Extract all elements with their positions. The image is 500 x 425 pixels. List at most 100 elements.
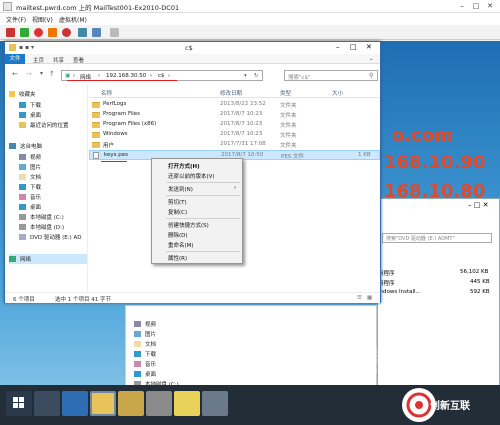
file-row[interactable]: 用户 2017/7/31 17:08 文件夹 — [89, 140, 380, 150]
file-row[interactable]: Program Files 2017/8/7 10:23 文件夹 — [89, 110, 380, 120]
bg-row-size: 592 KB — [470, 289, 490, 295]
minimize-icon[interactable]: – — [456, 1, 468, 11]
bg-nav-item[interactable]: 文档 — [134, 340, 156, 348]
vm-title: mailtest.pwrd.com 上的 MailTest001-Ex2010-… — [16, 4, 180, 12]
menu-open-with[interactable]: 打开方式(H) — [168, 162, 200, 170]
nav-item-drive-d[interactable]: 本地磁盘 (D:) — [19, 223, 64, 231]
menu-create-shortcut[interactable]: 创建快捷方式(S) — [168, 221, 209, 229]
column-date[interactable]: 修改日期 — [220, 89, 242, 97]
vm-menubar: 文件(F) 视图(V) 虚拟机(M) — [0, 13, 500, 25]
menu-view[interactable]: 视图(V) — [32, 15, 53, 24]
folder-icon — [9, 44, 16, 51]
menu-cut[interactable]: 剪切(T) — [168, 198, 187, 206]
nav-item-downloads-pc[interactable]: 下载 — [19, 183, 41, 191]
menu-delete[interactable]: 删除(D) — [168, 231, 188, 239]
nav-item-recent[interactable]: 最近访问的位置 — [19, 121, 69, 129]
quick-access-toolbar[interactable]: ▪ ▪ ▾ — [19, 44, 34, 51]
search-input[interactable]: 搜索"c$" ⚲ — [284, 70, 378, 81]
vm-app-icon — [3, 2, 12, 11]
nav-network[interactable]: 网络 — [9, 254, 87, 264]
powershell-icon[interactable] — [62, 391, 88, 416]
nav-favorites[interactable]: 收藏夹 — [9, 90, 36, 98]
ribbon-expand-icon[interactable]: ⌄ — [369, 56, 374, 62]
forward-icon[interactable]: → — [26, 70, 32, 78]
menu-properties[interactable]: 属性(R) — [168, 254, 187, 262]
bg-search-input[interactable]: 搜索"DVD 驱动器 (E:) ADMT" — [382, 233, 492, 243]
explorer-minimize-icon[interactable]: – — [336, 43, 340, 51]
menu-copy[interactable]: 复制(C) — [168, 208, 187, 216]
bg-nav-item[interactable]: 音乐 — [134, 360, 156, 368]
refresh-icon[interactable]: ↻ — [254, 73, 259, 79]
settings-icon[interactable] — [110, 28, 119, 37]
start-icon[interactable] — [6, 391, 32, 416]
path-dropdown-icon[interactable]: ▾ — [244, 73, 247, 79]
menu-vm[interactable]: 虚拟机(M) — [59, 15, 87, 24]
column-name[interactable]: 名称 — [101, 89, 112, 97]
nav-item-downloads[interactable]: 下载 — [19, 101, 41, 109]
file-row[interactable]: PerfLogs 2013/8/22 23:52 文件夹 — [89, 100, 380, 110]
nav-item-drive-e[interactable]: DVD 驱动器 (E:) AD — [19, 233, 82, 241]
details-view-icon[interactable]: ☰ — [357, 295, 362, 301]
folder-icon — [92, 122, 100, 128]
bg-nav-item[interactable]: 视频 — [134, 320, 156, 328]
tab-file[interactable]: 文件 — [5, 54, 25, 64]
maximize-icon[interactable]: □ — [470, 1, 482, 11]
nav-item-drive-c[interactable]: 本地磁盘 (C:) — [19, 213, 64, 221]
path-highlight — [67, 80, 177, 81]
folder-tool-icon[interactable] — [174, 391, 200, 416]
tab-view[interactable]: 查看 — [73, 56, 84, 64]
file-explorer-icon[interactable] — [90, 391, 116, 416]
breadcrumb-separator-icon: › — [150, 73, 153, 79]
back-icon[interactable]: ← — [12, 70, 18, 78]
bg-row-size: 445 KB — [470, 279, 490, 285]
menu-separator — [166, 251, 240, 252]
menu-rename[interactable]: 重命名(M) — [168, 241, 194, 249]
tab-home[interactable]: 主页 — [33, 56, 44, 64]
start-icon[interactable] — [20, 28, 29, 37]
search-icon[interactable]: ⚲ — [369, 72, 373, 79]
column-type[interactable]: 类型 — [280, 89, 291, 97]
file-row[interactable]: Program Files (x86) 2017/8/7 10:23 文件夹 — [89, 120, 380, 130]
server-manager-icon[interactable] — [34, 391, 60, 416]
explorer-close-icon[interactable]: ✕ — [366, 43, 372, 51]
revert-icon[interactable] — [92, 28, 101, 37]
stop-icon[interactable] — [6, 28, 15, 37]
bg-nav-item[interactable]: 图片 — [134, 330, 156, 338]
pause-icon[interactable] — [48, 28, 57, 37]
shutdown-icon[interactable] — [34, 28, 43, 37]
admin-tools-icon[interactable] — [118, 391, 144, 416]
up-icon[interactable]: ↑ — [49, 70, 55, 78]
nav-item-pictures[interactable]: 图片 — [19, 163, 41, 171]
status-selected: 选中 1 个项目 41 字节 — [55, 297, 111, 303]
close-icon[interactable]: ✕ — [484, 1, 496, 11]
breadcrumb-share[interactable]: c$ — [158, 73, 165, 79]
explorer-maximize-icon[interactable]: □ — [350, 43, 357, 51]
bg-nav-item[interactable]: 桌面 — [134, 370, 156, 378]
nav-item-music[interactable]: 音乐 — [19, 193, 41, 201]
file-date: 2017/8/7 10:23 — [220, 111, 263, 117]
nav-thispc[interactable]: 这台电脑 — [9, 142, 42, 150]
column-size[interactable]: 大小 — [332, 89, 343, 97]
bg-row-name[interactable]: indows Install... — [378, 289, 421, 295]
nav-item-documents[interactable]: 文档 — [19, 173, 41, 181]
nav-item-desktop-pc[interactable]: 桌面 — [19, 203, 41, 211]
network-tool-icon[interactable] — [202, 391, 228, 416]
nav-item-desktop[interactable]: 桌面 — [19, 111, 41, 119]
breadcrumb-host[interactable]: 192.168.30.50 — [106, 73, 146, 79]
file-name: Program Files (x86) — [103, 121, 157, 127]
status-bar: 6 个项目 选中 1 个项目 41 字节 ☰ ▦ — [5, 292, 380, 303]
tiles-view-icon[interactable]: ▦ — [367, 295, 372, 301]
context-menu: 打开方式(H) 还原以前的版本(V) 发送到(N) › 剪切(T) 复制(C) … — [151, 158, 243, 264]
menu-send-to[interactable]: 发送到(N) — [168, 185, 193, 193]
ad-users-icon[interactable] — [146, 391, 172, 416]
bg-nav-item[interactable]: 下载 — [134, 350, 156, 358]
tab-share[interactable]: 共享 — [53, 56, 64, 64]
nav-item-videos[interactable]: 视频 — [19, 153, 41, 161]
recent-icon[interactable]: ▾ — [40, 70, 43, 77]
menu-restore-versions[interactable]: 还原以前的版本(V) — [168, 172, 215, 180]
snapshot-icon[interactable] — [78, 28, 87, 37]
menu-file[interactable]: 文件(F) — [6, 15, 26, 24]
file-row[interactable]: Windows 2017/8/7 10:23 文件夹 — [89, 130, 380, 140]
vm-titlebar: mailtest.pwrd.com 上的 MailTest001-Ex2010-… — [0, 0, 500, 13]
reset-icon[interactable] — [62, 28, 71, 37]
